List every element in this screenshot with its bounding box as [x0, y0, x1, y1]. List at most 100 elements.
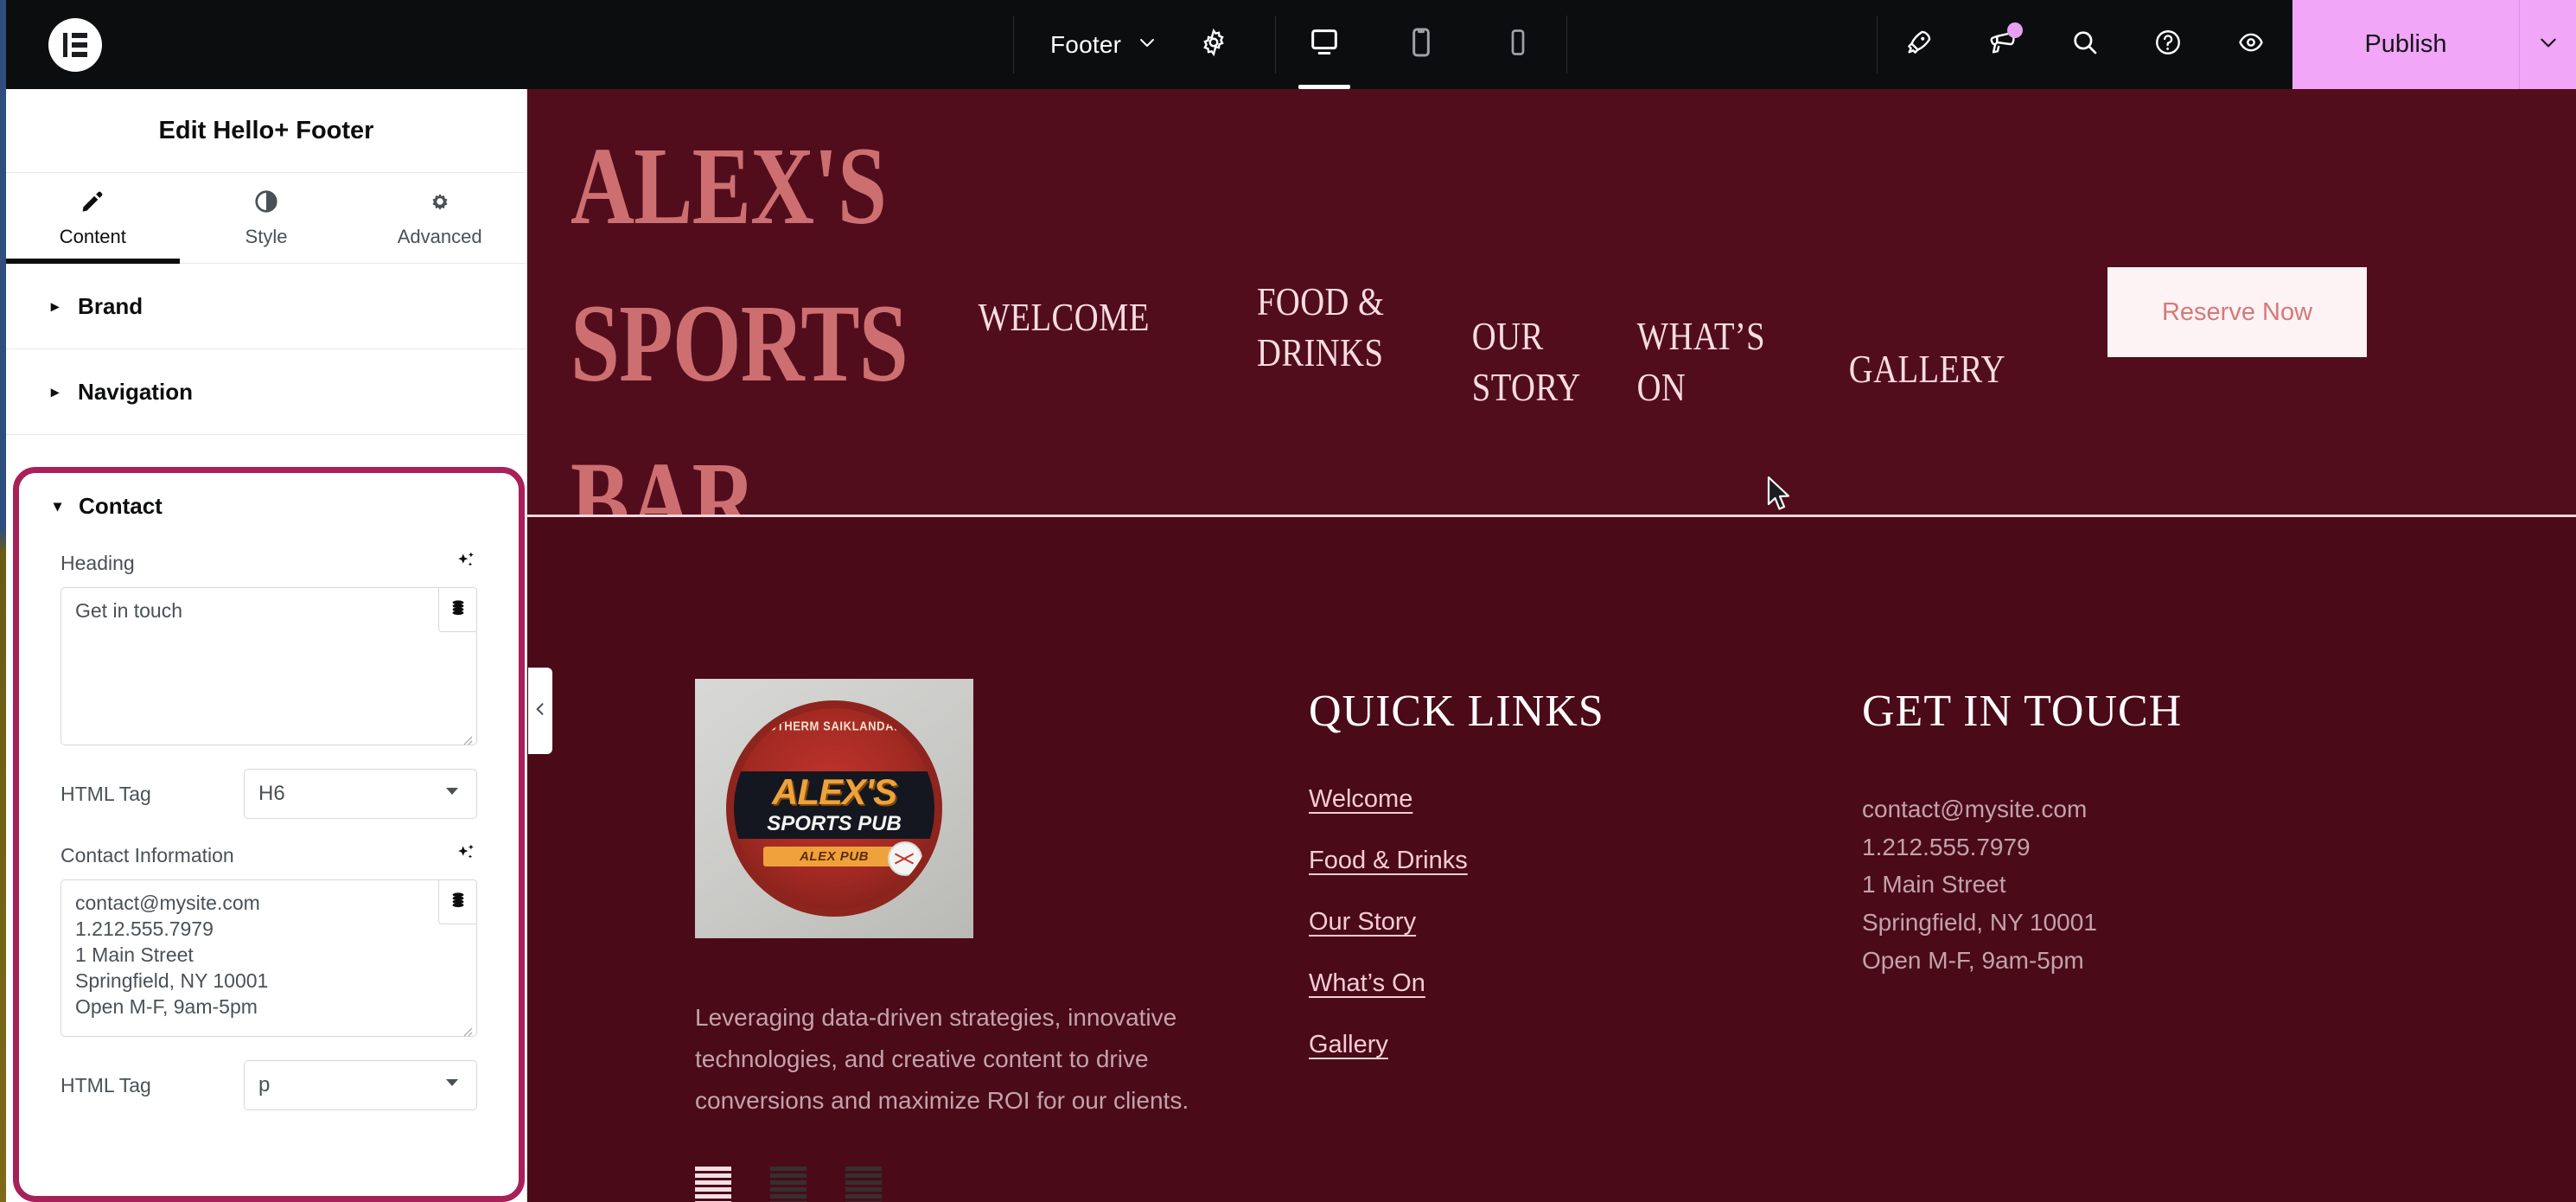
elementor-logo-icon — [48, 17, 102, 72]
contact-info-label: Contact Information — [61, 843, 234, 866]
tab-style-label: Style — [245, 225, 288, 247]
chevron-down-icon — [2537, 31, 2560, 58]
quick-links-list: Welcome Food & Drinks Our Story What’s O… — [1309, 785, 1862, 1059]
gear-icon — [1199, 28, 1228, 61]
publish-button[interactable]: Publish — [2292, 0, 2519, 89]
logo-band: ALEX'S SPORTS PUB — [734, 770, 934, 840]
device-mobile-button[interactable] — [1470, 0, 1566, 89]
social-icon-2[interactable] — [770, 1167, 807, 1202]
contact-info-field-block: Contact Information — [19, 831, 519, 1041]
chevron-right-icon: ▸ — [51, 383, 60, 400]
reserve-now-button[interactable]: Reserve Now — [2107, 267, 2367, 357]
heading-textarea-wrap — [61, 587, 477, 750]
logo-disc: AUTHERM SAIKLANDALL ALEX'S SPORTS PUB AL… — [726, 700, 942, 917]
section-brand[interactable]: ▸ Brand — [6, 264, 526, 349]
search-icon — [2070, 28, 2100, 61]
contact-info-textarea[interactable] — [61, 879, 477, 1037]
heading-html-tag-select[interactable]: H6 — [244, 769, 477, 819]
responsive-device-switcher — [1276, 0, 1566, 89]
section-contact-label: Contact — [79, 492, 163, 519]
device-desktop-button[interactable] — [1276, 0, 1373, 89]
contact-line-hours: Open M-F, 9am-5pm — [1862, 946, 2084, 974]
quick-link-gallery[interactable]: Gallery — [1309, 1031, 1388, 1059]
tab-advanced[interactable]: Advanced — [353, 173, 526, 263]
publish-options-caret[interactable] — [2519, 0, 2576, 89]
chevron-right-icon: ▸ — [51, 297, 60, 315]
panel-tab-bar: Content Style Advanced — [6, 173, 526, 264]
site-title: ALEX'S SPORTS BAR — [571, 125, 909, 562]
quick-link-whats-on[interactable]: What’s On — [1309, 969, 1425, 998]
document-name-dropdown[interactable]: Footer — [1038, 31, 1170, 59]
topbar-center-spacer — [1567, 0, 1877, 89]
document-name-label: Footer — [1050, 30, 1122, 58]
section-navigation[interactable]: ▸ Navigation — [6, 349, 526, 435]
preview-changes-button[interactable] — [2209, 0, 2292, 89]
device-tablet-button[interactable] — [1373, 0, 1470, 89]
social-icon-1[interactable] — [695, 1167, 731, 1202]
contrast-icon — [253, 189, 279, 214]
quick-link-our-story[interactable]: Our Story — [1309, 908, 1416, 937]
panel-title: Edit Hello+ Footer — [6, 89, 526, 173]
document-controls: Footer — [1014, 0, 1275, 89]
contact-line-city: Springfield, NY 10001 — [1862, 909, 2097, 937]
chevron-down-icon: ▾ — [54, 497, 62, 515]
help-button[interactable] — [2126, 0, 2209, 89]
contact-line-phone: 1.212.555.7979 — [1862, 833, 2031, 860]
sparkle-ai-icon[interactable] — [455, 842, 477, 869]
nav-item-our-story[interactable]: OUR STORY — [1472, 277, 1588, 413]
footer-social-icons — [695, 1167, 1309, 1202]
eye-icon — [2236, 28, 2266, 61]
nav-item-food-drinks[interactable]: FOOD & DRINKS — [1257, 277, 1402, 379]
tab-content-label: Content — [59, 225, 126, 247]
contact-html-tag-select[interactable]: p — [244, 1060, 477, 1110]
quick-link-welcome[interactable]: Welcome — [1309, 785, 1412, 814]
heading-dynamic-tags-button[interactable] — [438, 587, 477, 632]
heading-textarea[interactable] — [61, 587, 477, 745]
contact-html-tag-row: HTML Tag p — [19, 1041, 519, 1110]
site-preview-canvas: ALEX'S SPORTS BAR WELCOME FOOD & DRINKS … — [527, 89, 2576, 1202]
tab-content[interactable]: Content — [6, 173, 180, 264]
logo-ribbon-text: ALEX PUB — [762, 847, 906, 867]
panel-collapse-handle[interactable] — [528, 668, 552, 754]
database-stack-icon — [449, 891, 468, 914]
footer-quick-links-column: QUICK LINKS Welcome Food & Drinks Our St… — [1309, 679, 1862, 1092]
heading-html-tag-row: HTML Tag H6 — [19, 750, 519, 819]
baseball-icon — [888, 841, 922, 876]
chevron-left-icon — [532, 700, 549, 722]
section-brand-label: Brand — [78, 292, 143, 319]
nav-item-welcome[interactable]: WELCOME — [979, 277, 1175, 343]
section-contact-highlighted: ▾ Contact Heading Get in touch HTML Tag … — [13, 467, 525, 1202]
nav-item-gallery[interactable]: GALLERY — [1849, 277, 2037, 395]
desktop-icon — [1307, 25, 1342, 64]
editor-settings-panel: Edit Hello+ Footer Content Style Advance… — [6, 89, 527, 1202]
caret-down-icon — [443, 1073, 461, 1097]
nav-item-whats-on[interactable]: WHAT’S ON — [1637, 277, 1779, 413]
pencil-icon — [80, 189, 105, 214]
editor-top-bar: Footer Publish — [6, 0, 2576, 89]
document-settings-button[interactable] — [1170, 28, 1251, 61]
tab-style[interactable]: Style — [180, 173, 354, 263]
topbar-actions — [1878, 0, 2292, 89]
caret-down-icon — [443, 782, 461, 806]
question-circle-icon — [2153, 28, 2183, 61]
footer-contact-lines: contact@mysite.com 1.212.555.7979 1 Main… — [1862, 790, 2398, 979]
logo-arc-text: AUTHERM SAIKLANDALL — [759, 718, 909, 734]
section-contact-header[interactable]: ▾ Contact — [19, 473, 519, 539]
site-navigation: WELCOME FOOD & DRINKS OUR STORY WHAT’S O… — [960, 108, 2056, 413]
sparkle-ai-icon[interactable] — [455, 550, 477, 577]
social-icon-3[interactable] — [845, 1167, 882, 1202]
contact-info-textarea-wrap — [61, 879, 477, 1041]
site-launcher-button[interactable] — [1878, 0, 1961, 89]
quick-link-food-drinks[interactable]: Food & Drinks — [1309, 847, 1468, 875]
contact-html-tag-label: HTML Tag — [61, 1073, 151, 1097]
logo-main-text: ALEX'S — [771, 770, 897, 812]
finder-search-button[interactable] — [2044, 0, 2126, 89]
heading-html-tag-label: HTML Tag — [61, 782, 151, 805]
contact-info-dynamic-tags-button[interactable] — [438, 879, 477, 924]
contact-html-tag-value: p — [258, 1073, 271, 1097]
notifications-button[interactable] — [1961, 0, 2044, 89]
elementor-logo-button[interactable] — [6, 0, 144, 89]
site-header: ALEX'S SPORTS BAR WELCOME FOOD & DRINKS … — [527, 89, 2576, 562]
heading-field-block: Heading — [19, 539, 519, 750]
heading-label: Heading — [61, 551, 135, 574]
